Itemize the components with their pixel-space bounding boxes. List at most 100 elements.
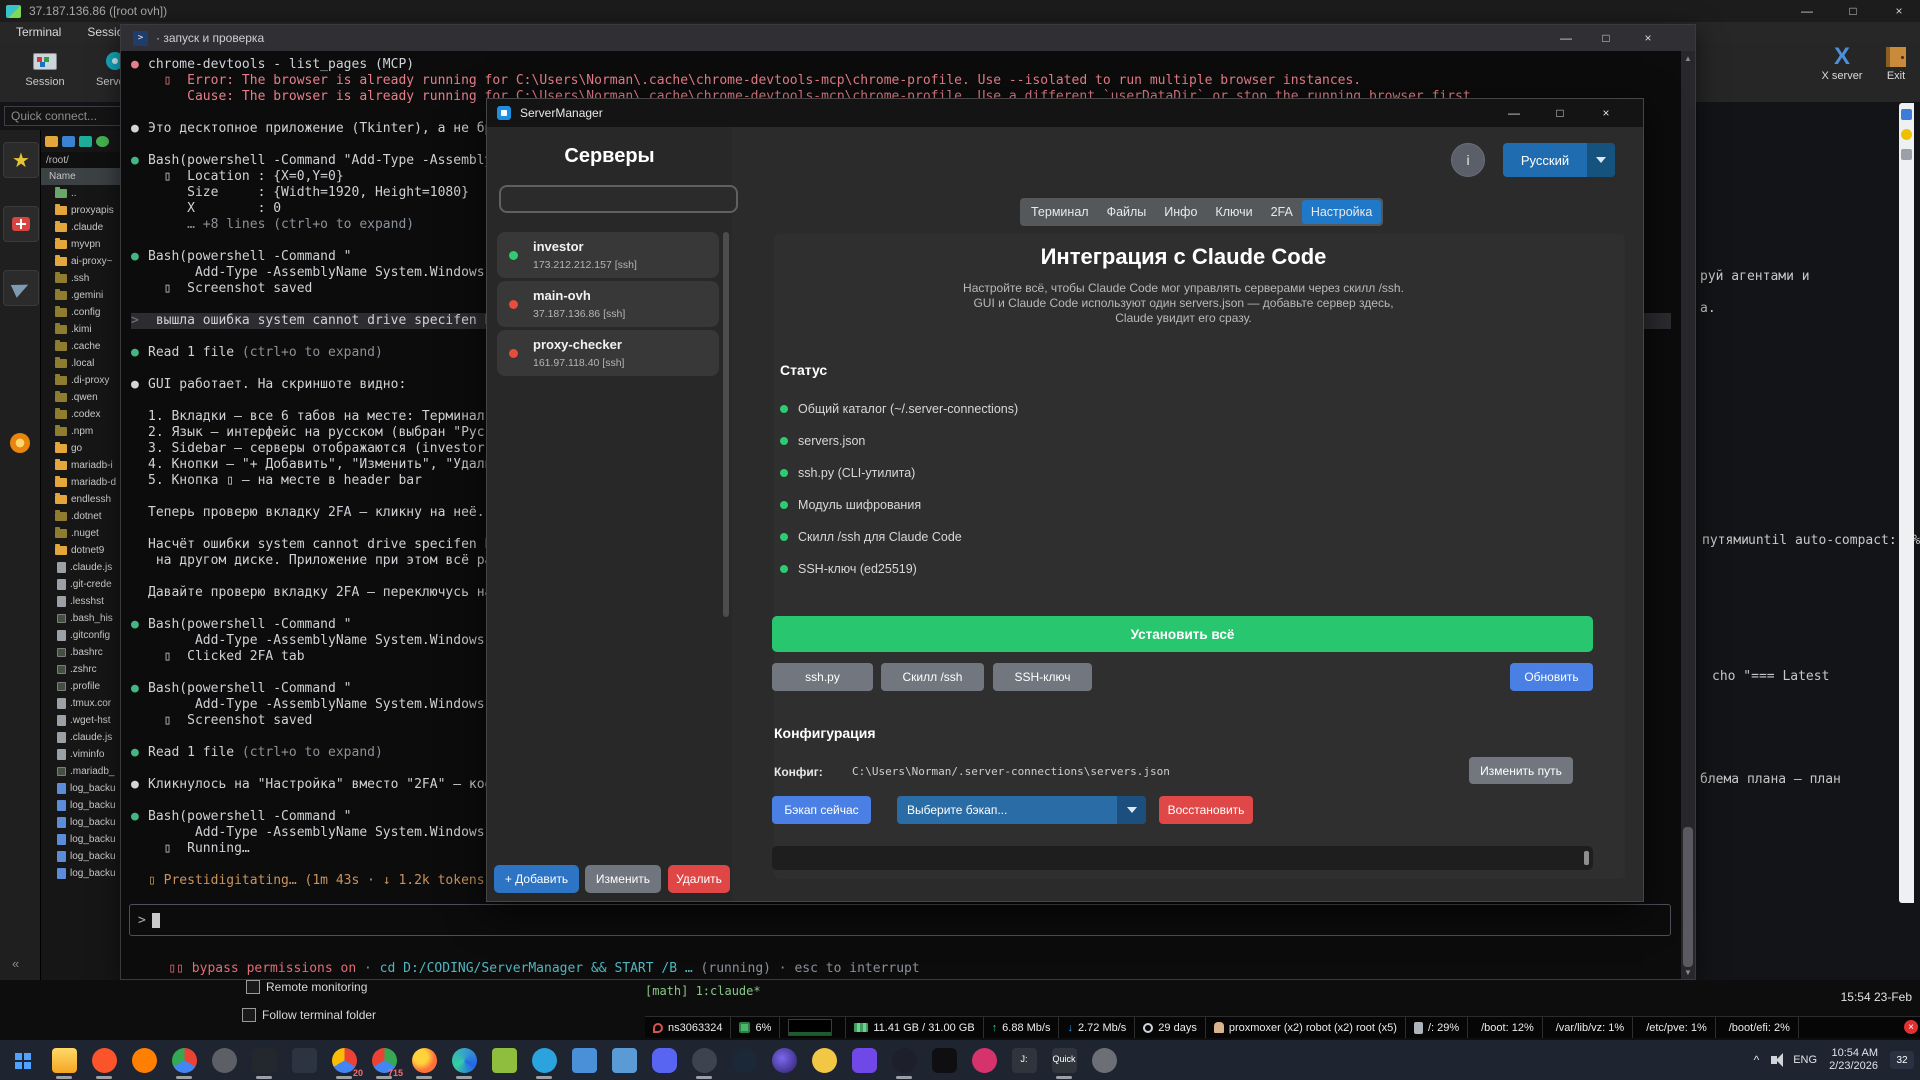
refresh-button[interactable]: Обновить: [1510, 663, 1593, 691]
taskbar-app-button[interactable]: [564, 1040, 604, 1080]
terminal-scrollbar[interactable]: ▲ ▼: [1681, 51, 1695, 979]
server-list-item[interactable]: main-ovh 37.187.136.86 [ssh]: [497, 281, 719, 327]
taskbar-app-button[interactable]: J:: [1004, 1040, 1044, 1080]
file-row[interactable]: .mariadb_: [41, 763, 122, 780]
clock[interactable]: 10:54 AM 2/23/2026: [1829, 1047, 1878, 1073]
taskbar-app-button[interactable]: [684, 1040, 724, 1080]
file-row[interactable]: .config: [41, 304, 122, 321]
file-row[interactable]: .cache: [41, 338, 122, 355]
tab[interactable]: Инфо: [1155, 200, 1206, 224]
edge-sidebar-strip[interactable]: [1899, 103, 1914, 903]
taskbar-app-button[interactable]: [404, 1040, 444, 1080]
taskbar-app-button[interactable]: [804, 1040, 844, 1080]
file-row[interactable]: proxyapis: [41, 202, 122, 219]
file-row[interactable]: ai-proxy~: [41, 253, 122, 270]
taskbar-app-button[interactable]: [124, 1040, 164, 1080]
file-row[interactable]: .claude.js: [41, 729, 122, 746]
file-row[interactable]: .profile: [41, 678, 122, 695]
file-row[interactable]: .zshrc: [41, 661, 122, 678]
taskbar-app-button[interactable]: [244, 1040, 284, 1080]
file-row[interactable]: .local: [41, 355, 122, 372]
file-row[interactable]: dotnet9: [41, 542, 122, 559]
file-row[interactable]: log_backu: [41, 865, 122, 882]
claude-code-input[interactable]: >: [129, 904, 1671, 936]
exit-shortcut[interactable]: Exit: [1876, 44, 1916, 82]
info-button[interactable]: i: [1451, 143, 1485, 177]
server-search-input[interactable]: [499, 185, 738, 213]
component-button[interactable]: Скилл /ssh: [881, 663, 984, 691]
notification-badge[interactable]: 32: [1890, 1051, 1914, 1069]
server-list-item[interactable]: proxy-checker 161.97.118.40 [ssh]: [497, 330, 719, 376]
sm-minimize-icon[interactable]: —: [1503, 103, 1525, 123]
download-icon[interactable]: [62, 135, 75, 147]
file-row[interactable]: myvpn: [41, 236, 122, 253]
terminal-close-icon[interactable]: ×: [1635, 28, 1661, 48]
sftp-button[interactable]: [3, 270, 39, 306]
folder-up-icon[interactable]: [45, 135, 58, 147]
taskbar-app-button[interactable]: [604, 1040, 644, 1080]
taskbar-app-button[interactable]: [44, 1040, 84, 1080]
tab[interactable]: Терминал: [1022, 200, 1098, 224]
edit-server-button[interactable]: Изменить: [585, 865, 661, 893]
taskbar-app-button[interactable]: 20: [324, 1040, 364, 1080]
start-button[interactable]: [0, 1040, 44, 1080]
taskbar-app-button[interactable]: [644, 1040, 684, 1080]
language-select[interactable]: Русский: [1503, 143, 1615, 177]
strip-misc-icon[interactable]: [1901, 149, 1912, 160]
volume-icon[interactable]: [1771, 1053, 1784, 1067]
file-row[interactable]: log_backu: [41, 780, 122, 797]
add-server-button[interactable]: + Добавить: [494, 865, 579, 893]
console-scrollbar-thumb[interactable]: [1584, 851, 1589, 865]
file-row[interactable]: go: [41, 440, 122, 457]
file-row[interactable]: .codex: [41, 406, 122, 423]
file-row[interactable]: .viminfo: [41, 746, 122, 763]
file-row[interactable]: .gemini: [41, 287, 122, 304]
file-row[interactable]: .gitconfig: [41, 627, 122, 644]
file-row[interactable]: endlessh: [41, 491, 122, 508]
file-row[interactable]: .wget-hst: [41, 712, 122, 729]
file-row[interactable]: mariadb-d: [41, 474, 122, 491]
file-row[interactable]: .bash_his: [41, 610, 122, 627]
file-row[interactable]: .claude.js: [41, 559, 122, 576]
tray-expand-icon[interactable]: ^: [1754, 1053, 1760, 1067]
menu-terminal[interactable]: Terminal: [16, 25, 61, 39]
file-row[interactable]: .di-proxy: [41, 372, 122, 389]
taskbar-app-button[interactable]: [444, 1040, 484, 1080]
upload-icon[interactable]: [79, 135, 92, 147]
tab[interactable]: Настройка: [1301, 200, 1382, 224]
file-row[interactable]: .tmux.cor: [41, 695, 122, 712]
file-row[interactable]: log_backu: [41, 797, 122, 814]
restore-button[interactable]: Восстановить: [1159, 796, 1253, 824]
file-row[interactable]: .nuget: [41, 525, 122, 542]
tab[interactable]: 2FA: [1262, 200, 1302, 224]
scrollbar-thumb[interactable]: [1683, 827, 1693, 967]
component-button[interactable]: ssh.py: [772, 663, 873, 691]
file-row[interactable]: ..: [41, 185, 122, 202]
taskbar-app-button[interactable]: [524, 1040, 564, 1080]
file-row[interactable]: .bashrc: [41, 644, 122, 661]
server-list-scrollbar[interactable]: [723, 232, 729, 617]
taskbar-app-button[interactable]: [884, 1040, 924, 1080]
strip-star-icon[interactable]: [1901, 129, 1912, 140]
checkbox-icon[interactable]: [242, 1008, 256, 1022]
file-row[interactable]: .npm: [41, 423, 122, 440]
file-row[interactable]: .ssh: [41, 270, 122, 287]
taskbar-app-button[interactable]: [844, 1040, 884, 1080]
file-row[interactable]: log_backu: [41, 831, 122, 848]
sm-maximize-icon[interactable]: □: [1549, 103, 1571, 123]
file-column-header[interactable]: Name: [41, 168, 122, 185]
taskbar-app-button[interactable]: 715: [364, 1040, 404, 1080]
monitoring-close[interactable]: [1896, 1016, 1920, 1038]
file-row[interactable]: .qwen: [41, 389, 122, 406]
delete-server-button[interactable]: Удалить: [668, 865, 730, 893]
taskbar-app-button[interactable]: [84, 1040, 124, 1080]
taskbar-app-button[interactable]: Quick: [1044, 1040, 1084, 1080]
terminal-maximize-icon[interactable]: □: [1593, 28, 1619, 48]
file-row[interactable]: .lesshst: [41, 593, 122, 610]
taskbar-app-button[interactable]: [924, 1040, 964, 1080]
component-button[interactable]: SSH-ключ: [993, 663, 1092, 691]
backup-now-button[interactable]: Бэкап сейчас: [772, 796, 871, 824]
minimize-icon[interactable]: —: [1794, 1, 1820, 21]
change-path-button[interactable]: Изменить путь: [1469, 757, 1573, 784]
sidebar-collapse[interactable]: «: [12, 956, 19, 971]
